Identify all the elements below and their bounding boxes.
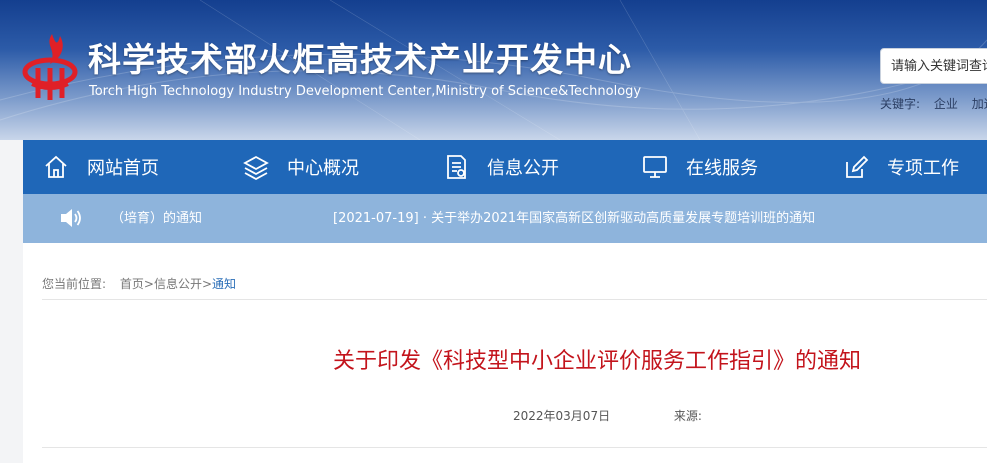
page: 科学技术部火炬高技术产业开发中心 Torch High Technology I… [0,0,987,463]
site-subtitle: Torch High Technology Industry Developme… [89,84,642,99]
news-ticker: （培育）的通知 [2021-07-19] · 关于举办2021年国家高新区创新驱… [23,194,987,243]
keyword-link[interactable]: 加速 [972,97,987,111]
article-title: 关于印发《科技型中小企业评价服务工作指引》的通知 [333,349,862,374]
site-title: 科学技术部火炬高技术产业开发中心 [88,40,632,79]
main-nav: 网站首页 中心概况 信息公开 在线服务 专项工作 [23,140,987,194]
nav-item-online-service[interactable]: 在线服务 [642,140,758,194]
nav-item-info[interactable]: 信息公开 [443,140,559,194]
breadcrumb-separator: > [201,277,213,291]
article-source-label: 来源: [673,409,702,423]
nav-item-label: 专项工作 [887,158,959,179]
nav-item-overview[interactable]: 中心概况 [243,140,359,194]
nav-item-label: 网站首页 [87,158,159,179]
keyword-link[interactable]: 企业 [934,97,958,111]
breadcrumb-separator: > [143,277,154,291]
content-area: 您当前位置: 首页>信息公开>通知 关于印发《科技型中小企业评价服务工作指引》的… [23,243,987,463]
site-header: 科学技术部火炬高技术产业开发中心 Torch High Technology I… [0,0,987,140]
nav-item-special-work[interactable]: 专项工作 [843,140,959,194]
divider [42,299,987,300]
breadcrumb-label: 您当前位置: [42,277,107,291]
monitor-icon [643,156,667,178]
edit-icon [846,155,869,178]
ticker-link[interactable]: [2021-07-19] · 关于举办2021年国家高新区创新驱动高质量发展专题… [333,194,815,243]
article-meta: 2022年03月07日 来源: [513,407,702,424]
search-input[interactable] [880,48,987,84]
keywords-label: 关键字: [880,97,921,111]
nav-item-home[interactable]: 网站首页 [43,140,159,194]
nav-item-label: 中心概况 [287,158,359,179]
layers-icon [243,155,269,180]
breadcrumb: 您当前位置: 首页>信息公开>通知 [42,275,236,292]
keywords-bar: 关键字: 企业 加速 [880,95,987,112]
home-icon [45,155,67,178]
speaker-icon [61,209,81,227]
breadcrumb-item-info[interactable]: 信息公开 [154,277,202,291]
document-icon [447,155,466,179]
ticker-link[interactable]: （培育）的通知 [111,194,202,243]
nav-item-label: 在线服务 [686,158,758,179]
nav-item-label: 信息公开 [487,158,559,179]
breadcrumb-item-home[interactable]: 首页 [120,277,144,291]
torch-logo-icon [22,34,78,100]
article-date: 2022年03月07日 [513,409,611,423]
divider [42,447,987,448]
breadcrumb-item-current[interactable]: 通知 [212,277,236,291]
